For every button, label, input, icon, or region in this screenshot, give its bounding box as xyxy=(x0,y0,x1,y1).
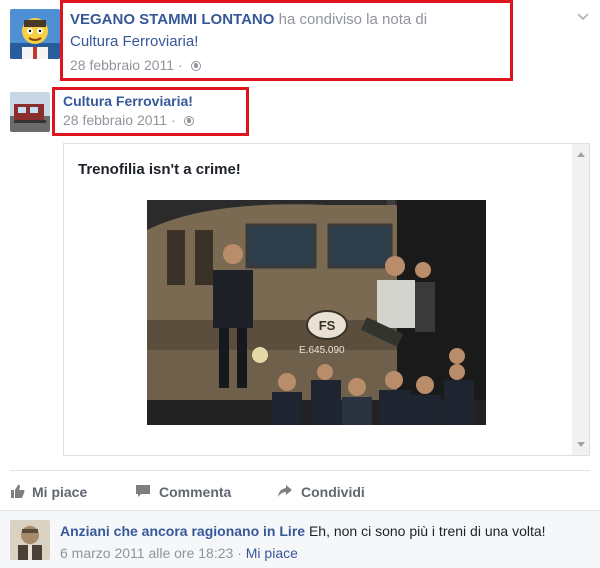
locomotive-number: E.645.090 xyxy=(299,345,345,356)
share-button[interactable]: Condividi xyxy=(277,483,365,502)
thumbs-up-icon xyxy=(11,484,25,498)
action-bar: Mi piace Commenta Condividi xyxy=(10,483,590,503)
comment-body: Anziani che ancora ragionano in Lire Eh,… xyxy=(60,523,590,539)
share-label: Condividi xyxy=(301,484,365,500)
share-arrow-icon xyxy=(278,485,292,497)
original-author-name[interactable]: Cultura Ferroviaria! xyxy=(63,93,193,109)
page-avatar[interactable] xyxy=(10,92,50,132)
comment-text: Eh, non ci sono più i treni di una volta… xyxy=(308,523,546,539)
note-embed[interactable]: Trenofilia isn't a crime! FS E.645.090 xyxy=(63,143,590,456)
sharer-avatar[interactable] xyxy=(10,9,60,59)
of-word: di xyxy=(415,11,428,28)
commenter-name[interactable]: Anziani che ancora ragionano in Lire xyxy=(60,523,305,539)
share-meta: 28 febbraio 2011 · xyxy=(70,57,201,73)
actions-divider xyxy=(10,470,590,471)
original-separator: · xyxy=(170,112,176,128)
original-meta: 28 febbraio 2011 · xyxy=(63,112,194,128)
comment-section: Anziani che ancora ragionano in Lire Eh,… xyxy=(0,510,600,568)
share-date[interactable]: 28 febbraio 2011 xyxy=(70,57,174,73)
like-label: Mi piace xyxy=(32,484,88,500)
note-scrollbar[interactable] xyxy=(572,144,589,455)
note-title[interactable]: Trenofilia isn't a crime! xyxy=(78,161,241,178)
sharer-name[interactable]: VEGANO STAMMI LONTANO xyxy=(70,11,274,28)
comment-separator: · xyxy=(237,545,242,561)
share-action-text: ha condiviso la xyxy=(278,11,378,28)
share-target-link[interactable]: Cultura Ferroviaria! xyxy=(70,33,198,50)
comment-like-link[interactable]: Mi piace xyxy=(246,545,298,561)
scroll-up-icon[interactable] xyxy=(577,152,585,157)
comment-meta: 6 marzo 2011 alle ore 18:23 · Mi piace xyxy=(60,545,298,561)
share-separator: · xyxy=(177,57,183,73)
comment-button[interactable]: Commenta xyxy=(135,483,231,502)
chevron-down-icon[interactable] xyxy=(577,9,589,21)
share-header: VEGANO STAMMI LONTANO ha condiviso la no… xyxy=(70,9,490,53)
scroll-down-icon[interactable] xyxy=(577,442,585,447)
note-photo[interactable]: FS E.645.090 xyxy=(147,200,486,425)
original-date[interactable]: 28 febbraio 2011 xyxy=(63,112,167,128)
note-link[interactable]: nota xyxy=(382,11,411,28)
globe-icon[interactable] xyxy=(183,116,194,126)
commenter-avatar[interactable] xyxy=(10,520,50,560)
like-button[interactable]: Mi piace xyxy=(10,483,87,502)
comment-time[interactable]: 6 marzo 2011 alle ore 18:23 xyxy=(60,545,233,561)
globe-icon[interactable] xyxy=(190,61,201,71)
comment-icon xyxy=(136,485,150,497)
comment-label: Commenta xyxy=(159,484,232,500)
fs-logo: FS xyxy=(319,318,336,333)
